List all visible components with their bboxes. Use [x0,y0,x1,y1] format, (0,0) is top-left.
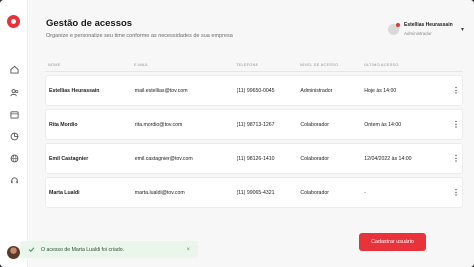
page-title: Gestão de acessos [46,18,133,29]
page-subtitle: Organize e personalize seu time conforme… [46,33,233,39]
more-options-icon[interactable]: ⋮ [450,188,462,197]
cell-level: Administrador [300,87,333,94]
user-name: Estellias Heurassain [404,22,453,28]
calendar-icon[interactable] [8,108,20,120]
notification-dot [396,22,400,27]
table-row[interactable]: Emil Castagnier emil.castagnier@tov.com … [45,143,463,174]
add-user-button[interactable]: Cadastrar usuário [359,233,426,251]
cell-name: Marta Lualdi [49,189,80,196]
cell-phone: (11) 98713-1267 [236,121,275,128]
cell-last-access: Ontem às 14:00 [364,121,402,128]
cell-name: Rita Mordio [49,121,78,128]
close-icon[interactable]: × [186,247,190,253]
cell-level: Colaborador [300,189,329,196]
cell-last-access: Hoje às 14:00 [364,87,397,94]
table-row[interactable]: Estellias Heurassain mail.estellias@tov.… [45,75,463,106]
home-icon[interactable] [8,63,20,75]
cell-email: marta.lualdi@tov.com [134,189,185,196]
app-window: Gestão de acessos Organize e personalize… [0,0,474,267]
cell-phone: (11) 99650-0045 [236,87,275,94]
success-toast: O acesso de Marta Lualdi foi criado. × [20,241,198,258]
user-menu[interactable]: Estellias Heurassain Administrador ▾ [388,19,464,39]
cell-level: Colaborador [300,155,329,162]
cell-last-access: 12/04/2022 às 14:00 [364,155,412,162]
cell-email: emil.castagnier@tov.com [134,155,193,162]
users-icon[interactable] [8,86,20,98]
users-table: NOME E-MAIL TELEFONE NÍVEL DE ACESSO ÚLT… [45,58,463,208]
success-check-icon [28,246,35,253]
cell-last-access: - [364,189,366,196]
pie-chart-icon[interactable] [8,130,20,142]
table-row[interactable]: Marta Lualdi marta.lualdi@tov.com (11) 9… [45,177,463,208]
cell-email: rita.mordio@tov.com [134,121,183,128]
cell-name: Estellias Heurassain [49,87,100,94]
column-header-email: E-MAIL [134,62,149,67]
table-row[interactable]: Rita Mordio rita.mordio@tov.com (11) 987… [45,109,463,140]
sidebar [0,0,28,267]
user-role: Administrador [404,31,432,36]
cell-email: mail.estellias@tov.com [134,87,188,94]
logo [7,15,20,28]
more-options-icon[interactable]: ⋮ [450,86,462,95]
headset-icon[interactable] [8,174,20,186]
globe-icon[interactable] [8,152,20,164]
current-user-avatar[interactable] [7,246,20,259]
column-header-phone: TELEFONE [236,62,259,67]
cell-phone: (11) 99065-4321 [236,189,275,196]
column-header-name: NOME [48,62,61,67]
toast-message: O acesso de Marta Lualdi foi criado. [41,246,125,253]
main-content: Gestão de acessos Organize e personalize… [29,0,474,267]
table-header: NOME E-MAIL TELEFONE NÍVEL DE ACESSO ÚLT… [45,58,463,72]
chevron-down-icon[interactable]: ▾ [461,26,464,33]
cell-name: Emil Castagnier [49,155,89,162]
user-avatar [388,22,400,35]
more-options-icon[interactable]: ⋮ [450,154,462,163]
more-options-icon[interactable]: ⋮ [450,120,462,129]
column-header-last-access: ÚLTIMO ACESSO [364,62,399,67]
cell-level: Colaborador [300,121,329,128]
column-header-level: NÍVEL DE ACESSO [300,62,339,67]
cell-phone: (11) 98126-1410 [236,155,275,162]
